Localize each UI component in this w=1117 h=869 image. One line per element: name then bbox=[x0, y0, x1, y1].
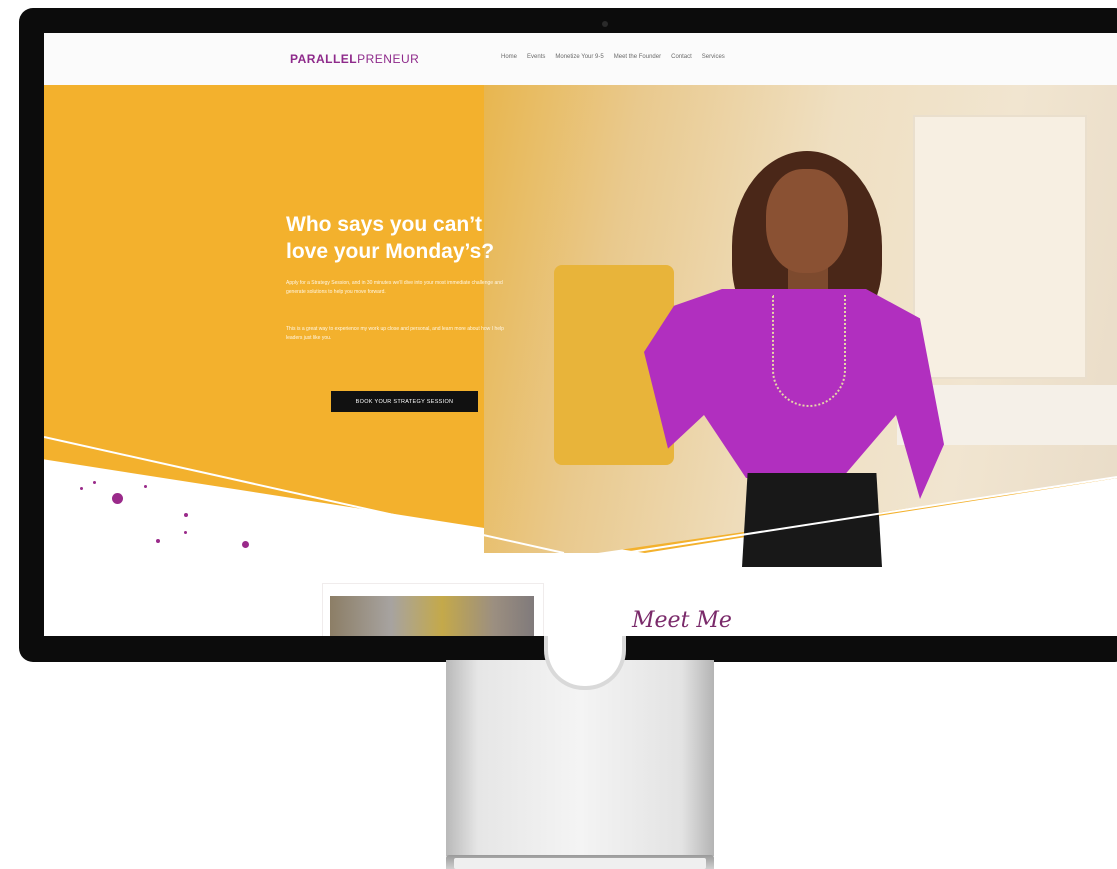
monitor-screen: PARALLELPRENEUR Home Events Monetize You… bbox=[44, 33, 1117, 636]
nav-item-monetize[interactable]: Monetize Your 9-5 bbox=[555, 54, 603, 60]
nav-item-home[interactable]: Home bbox=[501, 54, 517, 60]
signature-script: Meet Me bbox=[632, 608, 732, 633]
site-header: PARALLELPRENEUR Home Events Monetize You… bbox=[44, 33, 1117, 86]
hero-paragraph-2: This is a great way to experience my wor… bbox=[286, 326, 504, 341]
stand-base bbox=[446, 855, 714, 869]
content-image bbox=[330, 596, 534, 636]
hero-paragraph-1: Apply for a Strategy Session, and in 30 … bbox=[286, 280, 503, 295]
logo-light: PRENEUR bbox=[357, 52, 420, 66]
hero-divider-lines bbox=[44, 436, 1117, 553]
book-strategy-session-button[interactable]: BOOK YOUR STRATEGY SESSION bbox=[331, 391, 478, 412]
nav-item-founder[interactable]: Meet the Founder bbox=[614, 54, 661, 60]
nav-item-events[interactable]: Events bbox=[527, 54, 545, 60]
nav-item-services[interactable]: Services bbox=[702, 54, 725, 60]
hero-headline: Who says you can’t love your Monday’s? bbox=[286, 213, 495, 263]
hero-section: Who says you can’t love your Monday’s? A… bbox=[44, 85, 1117, 567]
camera-icon bbox=[602, 21, 608, 27]
main-nav: Home Events Monetize Your 9-5 Meet the F… bbox=[501, 54, 725, 60]
logo-bold: PARALLEL bbox=[290, 52, 358, 66]
site-logo[interactable]: PARALLELPRENEUR bbox=[290, 52, 419, 66]
nav-item-contact[interactable]: Contact bbox=[671, 54, 692, 60]
